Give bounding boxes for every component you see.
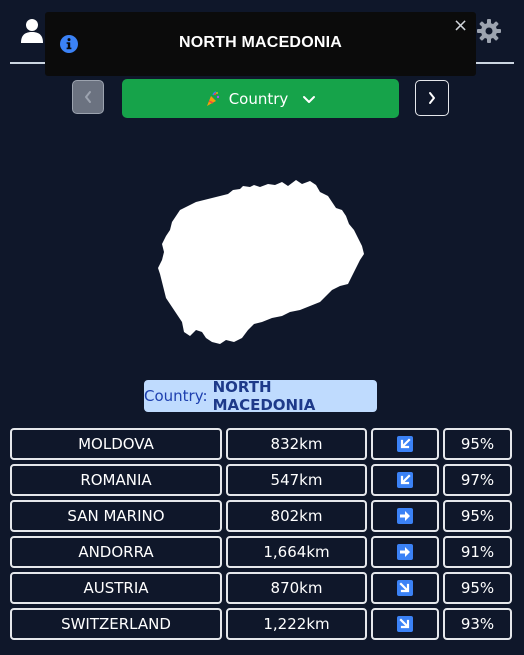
guess-direction (371, 428, 439, 460)
guess-proximity: 95% (443, 428, 512, 460)
arrow-down-right-icon (397, 616, 413, 632)
answer-country-label: Country: NORTH MACEDONIA (144, 378, 377, 414)
guess-distance: 802km (226, 500, 367, 532)
mode-label: Country (228, 89, 289, 108)
chevron-down-icon (303, 95, 316, 103)
guess-distance: 832km (226, 428, 367, 460)
guess-row: MOLDOVA 832km 95% (10, 428, 512, 460)
guess-distance: 1,664km (226, 536, 367, 568)
guess-direction (371, 536, 439, 568)
guess-proximity: 91% (443, 536, 512, 568)
guess-distance: 547km (226, 464, 367, 496)
arrow-right-icon (397, 544, 413, 560)
guess-proximity: 95% (443, 572, 512, 604)
app-root: NORTH MACEDONIA × Country Country: NORTH… (0, 0, 524, 655)
mode-dropdown[interactable]: Country (122, 79, 399, 118)
arrow-right-icon (397, 508, 413, 524)
guess-row: AUSTRIA 870km 95% (10, 572, 512, 604)
previous-button[interactable] (72, 80, 104, 114)
chevron-right-icon (429, 92, 435, 104)
guess-country: MOLDOVA (10, 428, 222, 460)
chevron-left-icon (85, 91, 91, 103)
toast-title: NORTH MACEDONIA (179, 34, 342, 51)
notification-toast: NORTH MACEDONIA × (45, 12, 476, 76)
guess-row: ROMANIA 547km 97% (10, 464, 512, 496)
guess-row: SAN MARINO 802km 95% (10, 500, 512, 532)
country-silhouette (158, 180, 364, 344)
gear-icon[interactable] (476, 18, 502, 44)
guess-country: ANDORRA (10, 536, 222, 568)
guess-country: SAN MARINO (10, 500, 222, 532)
next-button[interactable] (415, 80, 449, 116)
arrow-down-right-icon (397, 580, 413, 596)
arrow-down-left-icon (397, 472, 413, 488)
user-icon[interactable] (20, 18, 44, 44)
party-popper-icon (206, 90, 219, 106)
arrow-down-left-icon (397, 436, 413, 452)
close-icon[interactable]: × (453, 16, 468, 36)
guess-country: SWITZERLAND (10, 608, 222, 640)
answer-prefix: Country: (144, 387, 208, 405)
guess-direction (371, 464, 439, 496)
guess-country: ROMANIA (10, 464, 222, 496)
guess-row: SWITZERLAND 1,222km 93% (10, 608, 512, 640)
guess-direction (371, 500, 439, 532)
guess-proximity: 97% (443, 464, 512, 496)
guess-row: ANDORRA 1,664km 91% (10, 536, 512, 568)
guess-direction (371, 572, 439, 604)
guess-proximity: 95% (443, 500, 512, 532)
guess-direction (371, 608, 439, 640)
guess-proximity: 93% (443, 608, 512, 640)
guess-distance: 1,222km (226, 608, 367, 640)
answer-value: NORTH MACEDONIA (212, 378, 316, 414)
guess-country: AUSTRIA (10, 572, 222, 604)
guess-distance: 870km (226, 572, 367, 604)
